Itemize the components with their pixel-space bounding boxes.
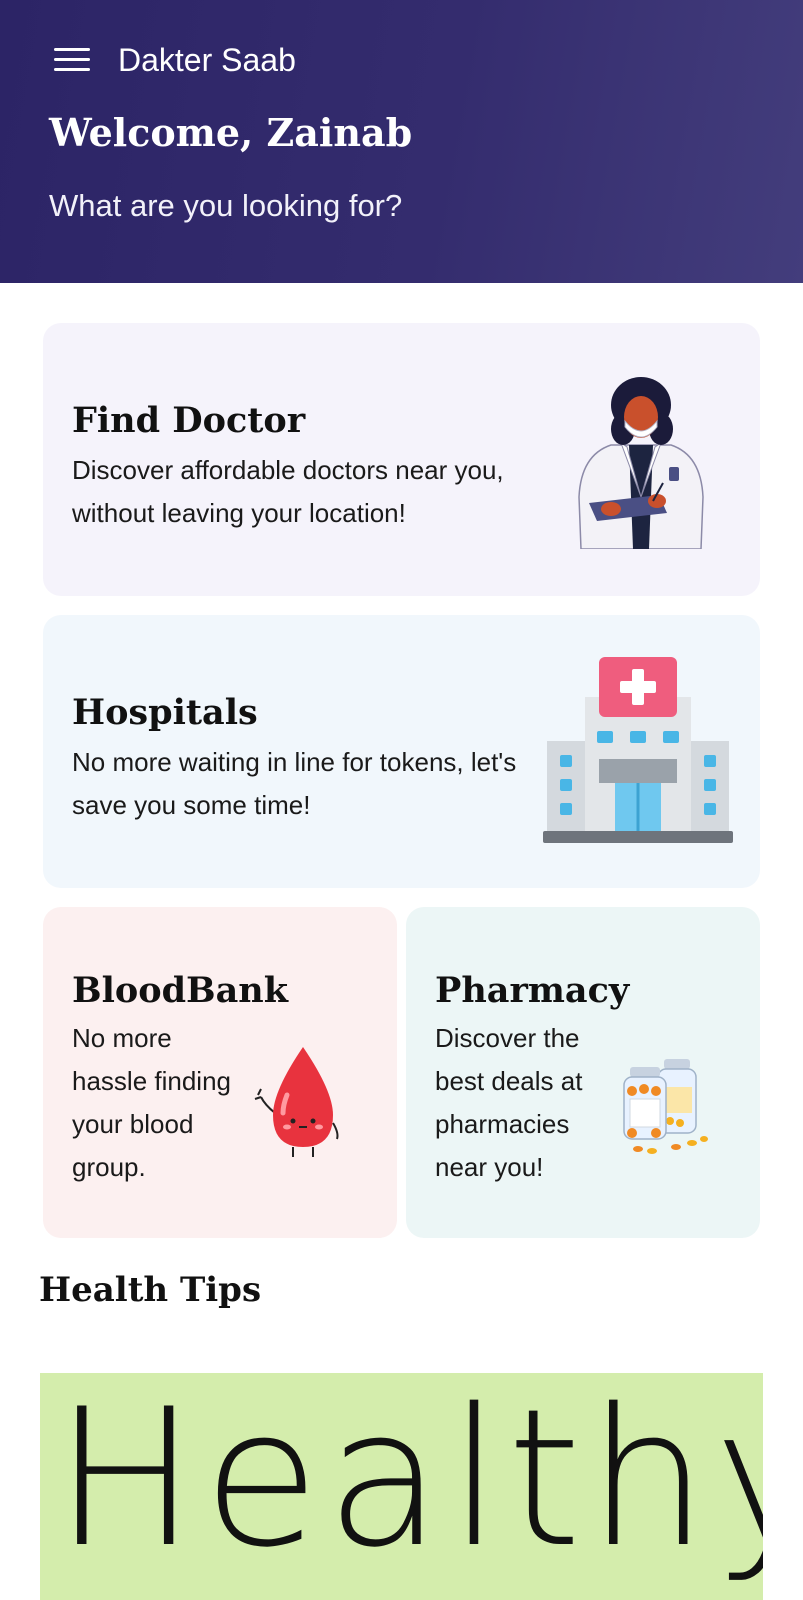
bloodbank-desc-line4: group. (72, 1152, 146, 1182)
pharmacy-title: Pharmacy (435, 970, 630, 1011)
health-tip-banner-text: Healthy (54, 1373, 763, 1589)
hospitals-desc-line1: No more waiting in line for tokens, let'… (72, 747, 517, 777)
hospitals-title: Hospitals (72, 692, 258, 733)
pill-bottles-icon (623, 1059, 708, 1154)
pharmacy-desc-line2: best deals at (435, 1066, 583, 1096)
find-doctor-card[interactable]: Find Doctor Discover affordable doctors … (43, 323, 760, 596)
pharmacy-card[interactable]: Pharmacy Discover the best deals at phar… (406, 907, 760, 1238)
find-doctor-desc-line1: Discover affordable doctors near you, (72, 455, 504, 485)
pharmacy-desc-line1: Discover the (435, 1023, 580, 1053)
health-tip-banner[interactable]: Healthy (40, 1373, 763, 1600)
doctor-illustration-icon (578, 377, 704, 549)
hospital-building-icon (543, 657, 733, 843)
blood-drop-icon (254, 1047, 339, 1157)
hospitals-card[interactable]: Hospitals No more waiting in line for to… (43, 615, 760, 888)
bloodbank-title: BloodBank (72, 970, 288, 1011)
hamburger-menu-icon[interactable] (52, 44, 92, 76)
find-doctor-desc-line2: without leaving your location! (72, 498, 406, 528)
bloodbank-desc-line2: hassle finding (72, 1066, 231, 1096)
health-tips-heading: Health Tips (39, 1270, 262, 1310)
bloodbank-card[interactable]: BloodBank No more hassle finding your bl… (43, 907, 397, 1238)
bloodbank-desc-line3: your blood (72, 1109, 194, 1139)
header-subtitle: What are you looking for? (49, 188, 403, 223)
pharmacy-desc-line4: near you! (435, 1152, 544, 1182)
find-doctor-title: Find Doctor (72, 400, 306, 441)
hospitals-desc-line2: save you some time! (72, 790, 311, 820)
welcome-heading: Welcome, Zainab (49, 110, 413, 155)
app-title: Dakter Saab (118, 42, 296, 78)
bloodbank-desc-line1: No more (72, 1023, 172, 1053)
app-header: Dakter Saab Welcome, Zainab What are you… (0, 0, 803, 283)
pharmacy-desc-line3: pharmacies (435, 1109, 570, 1139)
